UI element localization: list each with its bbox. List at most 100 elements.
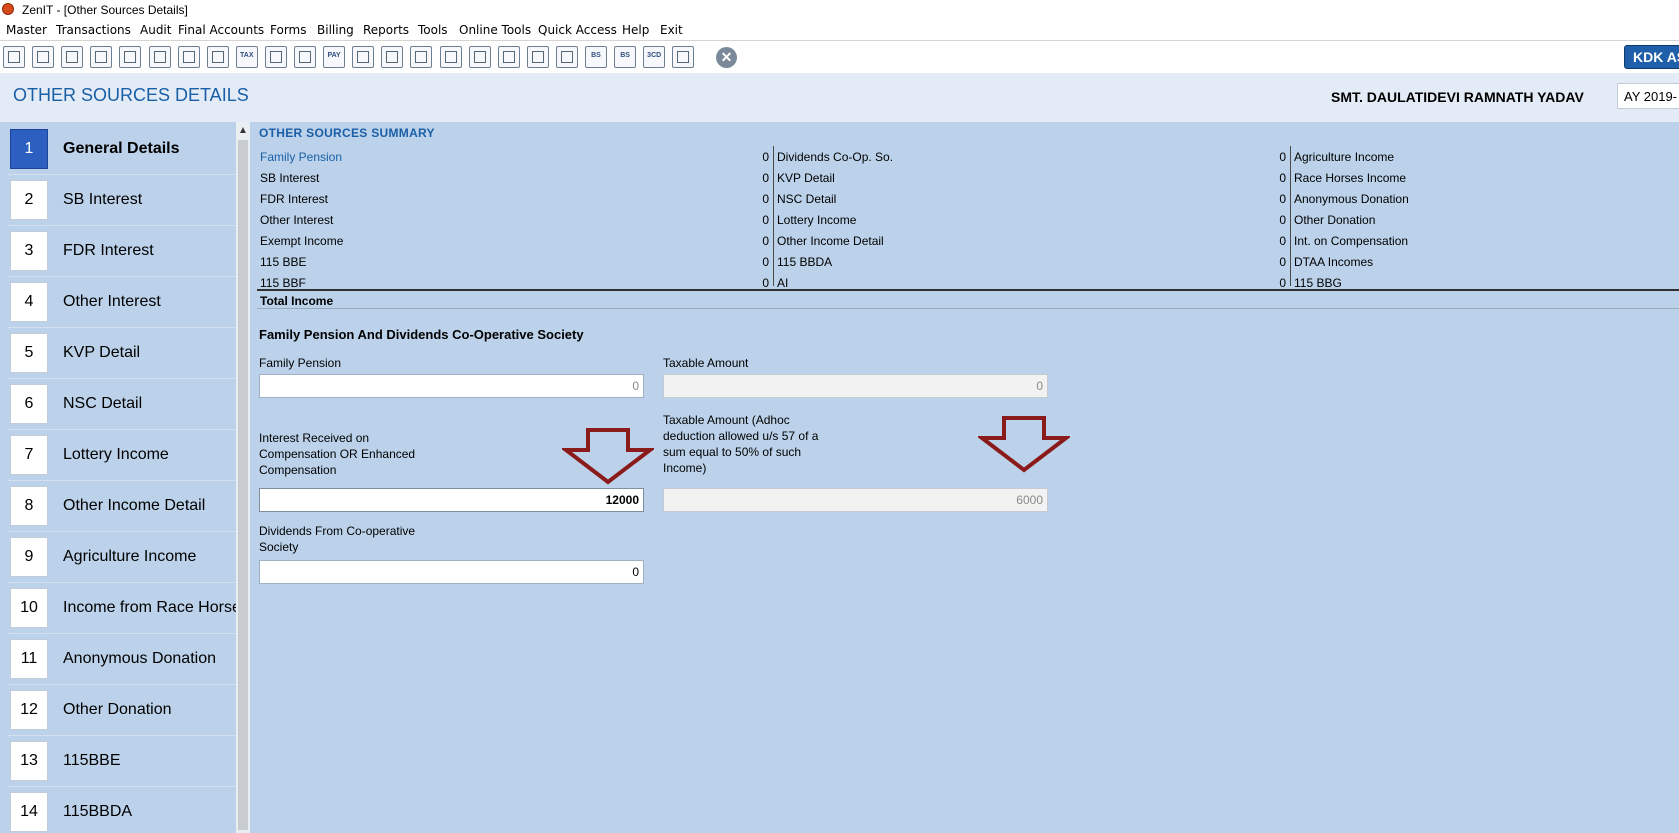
sidebar-item[interactable]: 8 Other Income Detail	[8, 482, 236, 532]
scroll-up-icon[interactable]: ▲	[238, 125, 248, 136]
summary-value: 0	[762, 192, 769, 206]
summary-value: 0	[1279, 255, 1286, 269]
sidebar-item-label: Other Income Detail	[63, 497, 206, 514]
sidebar-item[interactable]: 3 FDR Interest	[8, 227, 236, 277]
refresh-icon[interactable]	[555, 46, 578, 68]
annotation-arrow-down-icon	[978, 416, 1070, 473]
summary-label: Other Donation	[1294, 213, 1376, 227]
summary-row[interactable]: Other Donation	[1291, 209, 1679, 230]
calendar-icon[interactable]	[468, 46, 491, 68]
sidebar-item-label: FDR Interest	[63, 242, 154, 259]
interest-compensation-input[interactable]: 12000	[259, 488, 644, 512]
sidebar-item[interactable]: 12 Other Donation	[8, 686, 236, 736]
bar-chart-icon[interactable]	[90, 46, 113, 68]
menu-online-tools[interactable]: Online Tools	[459, 23, 531, 37]
rupee-icon[interactable]	[3, 46, 25, 68]
sidebar-item[interactable]: 11 Anonymous Donation	[8, 635, 236, 685]
summary-row[interactable]: Other Income Detail 0	[774, 230, 1290, 251]
sidebar-item-label: SB Interest	[63, 191, 143, 208]
summary-value: 0	[762, 150, 769, 164]
menu-quick-access[interactable]: Quick Access	[538, 23, 617, 37]
summary-row[interactable]: Other Interest 0	[257, 209, 773, 230]
bs-sch-icon[interactable]: BS	[614, 46, 637, 68]
menu-reports[interactable]: Reports	[363, 23, 409, 37]
users-icon[interactable]	[148, 46, 171, 68]
sidebar-item[interactable]: 9 Agriculture Income	[8, 533, 236, 583]
3cd-icon[interactable]: 3CD	[643, 46, 666, 68]
sidebar-item[interactable]: 4 Other Interest	[8, 278, 236, 328]
sidebar-item[interactable]: 2 SB Interest	[8, 176, 236, 226]
summary-row[interactable]: Agriculture Income	[1291, 146, 1679, 167]
sidebar-item-number: 10	[10, 588, 48, 628]
sidebar-item-label: Other Donation	[63, 701, 172, 718]
book-icon[interactable]	[352, 46, 375, 68]
menu-forms[interactable]: Forms	[270, 23, 306, 37]
summary-label: Agriculture Income	[1294, 150, 1395, 164]
pay-icon[interactable]: PAY	[323, 46, 346, 68]
dividends-input[interactable]: 0	[259, 560, 644, 584]
summary-row[interactable]: Exempt Income 0	[257, 230, 773, 251]
pie-chart-icon[interactable]	[294, 46, 316, 68]
kdk-brand-button[interactable]: KDK AS	[1624, 45, 1679, 69]
scrollbar-thumb[interactable]	[238, 140, 248, 830]
home-icon[interactable]	[32, 46, 55, 68]
menu-master[interactable]: Master	[6, 23, 47, 37]
summary-row[interactable]: DTAA Incomes	[1291, 251, 1679, 272]
user-doc-icon[interactable]	[497, 46, 520, 68]
summary-label: Race Horses Income	[1294, 171, 1407, 185]
sidebar-item-label: Other Interest	[63, 293, 161, 310]
family-pension-input[interactable]: 0	[259, 374, 644, 398]
menu-final-accounts[interactable]: Final Accounts	[178, 23, 264, 37]
menu-tools[interactable]: Tools	[418, 23, 448, 37]
summary-row[interactable]: Int. on Compensation	[1291, 230, 1679, 251]
menu-exit[interactable]: Exit	[660, 23, 683, 37]
sidebar-item[interactable]: 7 Lottery Income	[8, 431, 236, 481]
summary-row[interactable]: KVP Detail 0	[774, 167, 1290, 188]
summary-label: Other Income Detail	[777, 234, 884, 248]
menu-audit[interactable]: Audit	[140, 23, 171, 37]
summary-row[interactable]: NSC Detail 0	[774, 188, 1290, 209]
summary-column: Agriculture Income Race Horses Income Anon…	[1290, 146, 1679, 290]
sidebar-item-number: 5	[10, 333, 48, 373]
assessment-year-select[interactable]: AY 2019-	[1617, 83, 1679, 109]
menu-help[interactable]: Help	[622, 23, 649, 37]
info-icon[interactable]	[410, 46, 433, 68]
gift-icon[interactable]	[119, 46, 142, 68]
notebook-icon[interactable]	[381, 46, 404, 68]
summary-row[interactable]: Race Horses Income	[1291, 167, 1679, 188]
tax-icon[interactable]: TAX	[235, 46, 258, 68]
summary-row[interactable]: Lottery Income 0	[774, 209, 1290, 230]
report-icon[interactable]	[439, 46, 462, 68]
calculator-icon[interactable]	[264, 46, 287, 68]
bs-icon[interactable]: BS	[585, 46, 607, 68]
sidebar-item-label: 115BBE	[63, 752, 121, 769]
summary-row[interactable]: SB Interest 0	[257, 167, 773, 188]
sidebar-item[interactable]: 13 115BBE	[8, 737, 236, 787]
sidebar-item[interactable]: 14 115BBDA	[8, 788, 236, 833]
bs-badge: BS	[591, 52, 601, 59]
menu-transactions[interactable]: Transactions	[56, 23, 131, 37]
summary-row[interactable]: FDR Interest 0	[257, 188, 773, 209]
sidebar-item[interactable]: 6 NSC Detail	[8, 380, 236, 430]
summary-row[interactable]: 115 BBE 0	[257, 251, 773, 272]
folder-add-icon[interactable]	[526, 46, 549, 68]
tools-icon[interactable]	[177, 46, 200, 68]
filter-icon[interactable]	[206, 46, 229, 68]
summary-row[interactable]: 115 BBDA 0	[774, 251, 1290, 272]
summary-row[interactable]: Anonymous Donation	[1291, 188, 1679, 209]
sidebar-item[interactable]: 1 General Details	[8, 125, 236, 175]
summary-label: NSC Detail	[777, 192, 837, 206]
summary-row[interactable]: Family Pension 0	[257, 146, 773, 167]
menu-billing[interactable]: Billing	[317, 23, 354, 37]
3cd-badge: 3CD	[647, 52, 662, 59]
building-icon[interactable]	[61, 46, 84, 68]
sidebar-item[interactable]: 5 KVP Detail	[8, 329, 236, 379]
sidebar-item-label: Anonymous Donation	[63, 650, 216, 667]
close-icon[interactable]: ✕	[716, 47, 737, 68]
grid-doc-icon[interactable]	[672, 46, 695, 68]
summary-label: Lottery Income	[777, 213, 857, 227]
sidebar-item-label: 115BBDA	[63, 803, 133, 820]
summary-row[interactable]: Dividends Co-Op. So. 0	[774, 146, 1290, 167]
sidebar-item[interactable]: 10 Income from Race Horse	[8, 584, 236, 634]
sidebar-scrollbar[interactable]: ▲	[236, 122, 250, 833]
